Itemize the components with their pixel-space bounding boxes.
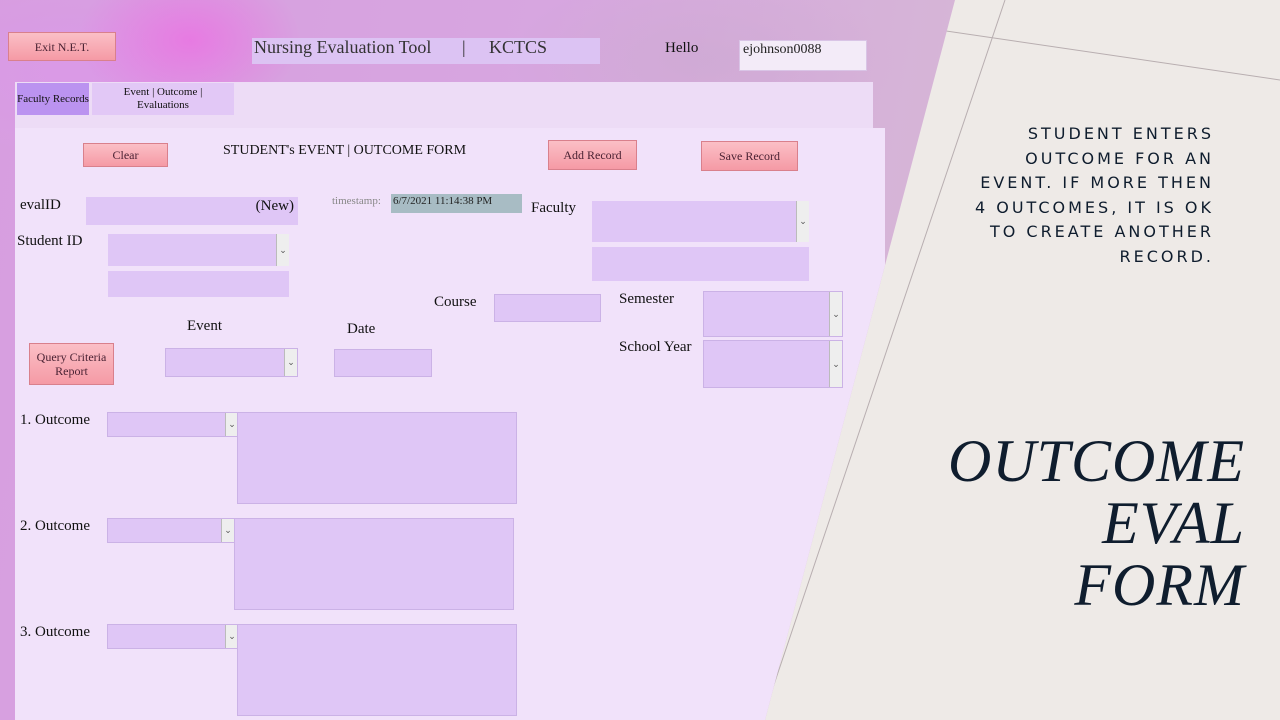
chevron-down-icon[interactable]: ⌄ (284, 349, 297, 376)
student-name-field[interactable] (108, 271, 289, 297)
clear-button[interactable]: Clear (83, 143, 168, 167)
slide-description: STUDENT ENTERS OUTCOME FOR AN EVENT. IF … (974, 124, 1214, 266)
chevron-down-icon[interactable]: ⌄ (829, 341, 842, 387)
outcome-2-label: 2. Outcome (20, 518, 90, 534)
semester-combo[interactable]: ⌄ (703, 291, 843, 337)
faculty-combo[interactable]: ⌄ (592, 201, 809, 242)
slide-title: OUTCOME EVAL FORM (900, 430, 1245, 616)
outcome-3-text[interactable] (237, 624, 517, 716)
outcome-2-text[interactable] (234, 518, 514, 610)
tab-faculty-records[interactable]: Faculty Records (17, 83, 89, 115)
add-record-button[interactable]: Add Record (548, 140, 637, 170)
student-id-label: Student ID (17, 233, 83, 249)
hello-label: Hello (665, 40, 699, 56)
timestamp-value: 6/7/2021 11:14:38 PM (391, 194, 522, 213)
outcome-3-label: 3. Outcome (20, 624, 90, 640)
evalid-value: (New) (255, 198, 294, 214)
outcome-2-combo[interactable]: ⌄ (107, 518, 235, 543)
exit-button[interactable]: Exit N.E.T. (8, 32, 116, 61)
school-year-combo[interactable]: ⌄ (703, 340, 843, 388)
outcome-1-text[interactable] (237, 412, 517, 504)
outcome-1-combo[interactable]: ⌄ (107, 412, 239, 437)
evalid-label: evalID (20, 197, 61, 213)
faculty-name-field[interactable] (592, 247, 809, 281)
school-year-label: School Year (619, 339, 692, 355)
chevron-down-icon[interactable]: ⌄ (829, 292, 842, 336)
chevron-down-icon[interactable]: ⌄ (221, 519, 234, 542)
date-field[interactable] (334, 349, 432, 377)
slide-title-line-1: OUTCOME (947, 428, 1245, 494)
date-label: Date (347, 321, 376, 337)
outcome-1-label: 1. Outcome (20, 412, 90, 428)
org-name: KCTCS (489, 37, 548, 57)
username-field[interactable]: ejohnson0088 (739, 40, 867, 71)
save-record-button[interactable]: Save Record (701, 141, 798, 171)
semester-label: Semester (619, 291, 674, 307)
student-id-combo[interactable]: ⌄ (108, 234, 289, 266)
faculty-label: Faculty (531, 200, 576, 216)
tab-event-outcome-evaluations[interactable]: Event | Outcome | Evaluations (92, 83, 234, 115)
course-field[interactable] (494, 294, 601, 322)
course-label: Course (434, 294, 477, 310)
slide-title-line-2: EVAL (1102, 490, 1245, 556)
form-heading: STUDENT's EVENT | OUTCOME FORM (223, 143, 467, 158)
outcome-3-combo[interactable]: ⌄ (107, 624, 239, 649)
event-label: Event (187, 318, 222, 334)
chevron-down-icon[interactable]: ⌄ (796, 201, 809, 242)
app-title: Nursing Evaluation Tool (254, 37, 432, 57)
title-separator: | (462, 37, 466, 57)
slide-title-line-3: FORM (1074, 552, 1245, 618)
evalid-field: (New) (86, 197, 298, 225)
chevron-down-icon[interactable]: ⌄ (276, 234, 289, 266)
event-combo[interactable]: ⌄ (165, 348, 298, 377)
query-criteria-report-button[interactable]: Query Criteria Report (29, 343, 114, 385)
timestamp-label: timestamp: (332, 195, 381, 207)
